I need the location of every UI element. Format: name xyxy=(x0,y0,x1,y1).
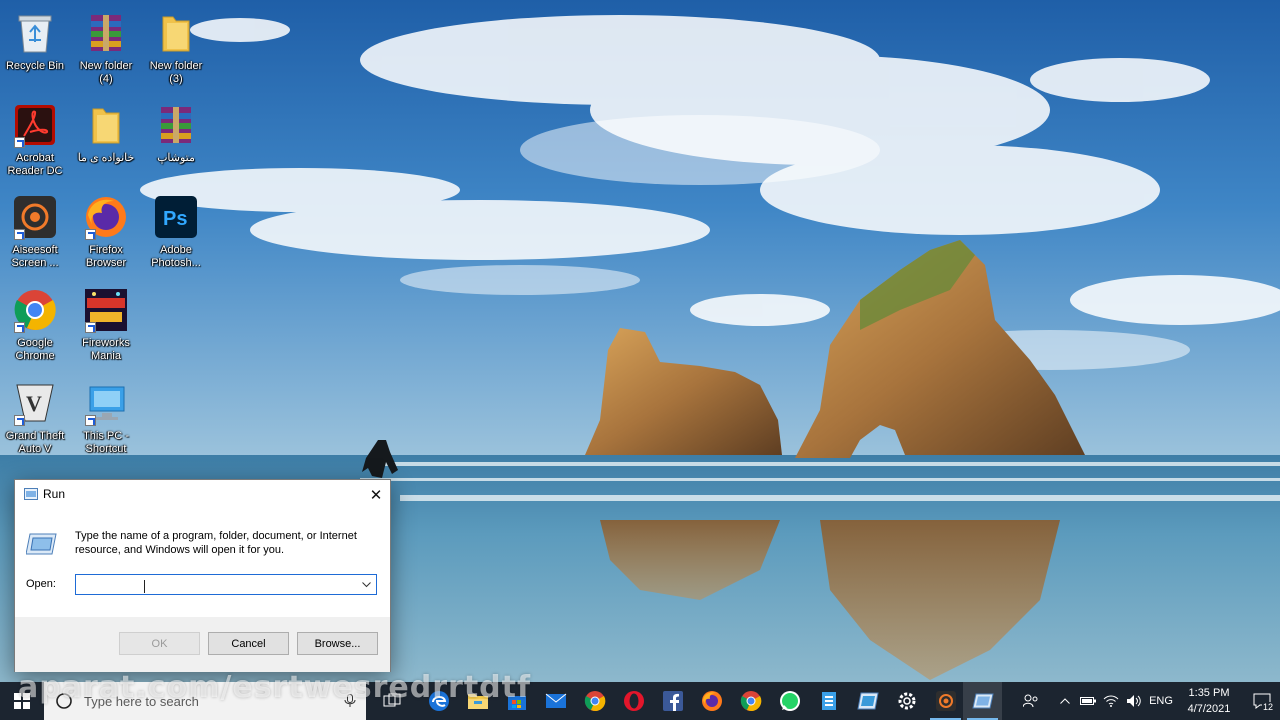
desktop-icon-gta-v[interactable]: V Grand Theft Auto V xyxy=(0,376,71,464)
desktop-icon-label: Fireworks Mania xyxy=(82,337,130,362)
desktop-icon-photoshop[interactable]: Ps Adobe Photosh... xyxy=(140,190,212,278)
notification-center-button[interactable]: 12 xyxy=(1244,682,1280,720)
desktop-icon-new-folder-4[interactable]: New folder (4) xyxy=(70,6,142,94)
open-combobox[interactable] xyxy=(75,574,377,595)
text-cursor xyxy=(144,580,145,593)
shortcut-arrow-icon xyxy=(14,137,25,148)
firefox-icon[interactable] xyxy=(692,682,731,720)
run-description: Type the name of a program, folder, docu… xyxy=(75,530,357,556)
desktop-icon-label: New folder (4) xyxy=(79,60,133,85)
desktop-icon-label: خانواده ی ما xyxy=(77,152,135,164)
this-pc-icon xyxy=(83,380,129,426)
svg-text:V: V xyxy=(26,391,42,416)
desktop-icon-this-pc[interactable]: This PC - Shortcut xyxy=(70,376,142,464)
facebook-icon[interactable] xyxy=(653,682,692,720)
browse-button[interactable]: Browse... xyxy=(297,632,378,655)
run-dialog: Run ✕ Type the name of a program, folder… xyxy=(14,479,391,672)
shortcut-arrow-icon xyxy=(14,322,25,333)
desktop-icon-firefox[interactable]: Firefox Browser xyxy=(70,190,142,278)
open-input[interactable] xyxy=(76,575,356,594)
desktop-icon-acrobat-reader[interactable]: Acrobat Reader DC xyxy=(0,98,71,186)
battery-icon[interactable] xyxy=(1078,682,1098,720)
fireworks-mania-icon xyxy=(83,287,129,333)
folder-icon xyxy=(153,10,199,56)
desktop-icon-label: This PC - Shortcut xyxy=(83,430,129,455)
winrar-archive-icon xyxy=(83,10,129,56)
desktop-icon-label: Recycle Bin xyxy=(5,60,65,72)
winrar-archive-icon xyxy=(153,102,199,148)
microphone-icon[interactable] xyxy=(344,694,356,708)
desktop-icon-label: New folder (3) xyxy=(149,60,203,85)
desktop-icon-recycle-bin[interactable]: Recycle Bin xyxy=(0,6,71,94)
run-dialog-titlebar[interactable]: Run ✕ xyxy=(15,480,390,509)
desktop-icon-label: Grand Theft Auto V xyxy=(5,430,65,455)
desktop-icon-label: Google Chrome xyxy=(15,337,55,362)
search-placeholder: Type here to search xyxy=(84,693,199,709)
desktop-icon-chrome[interactable]: Google Chrome xyxy=(0,283,71,371)
people-icon[interactable] xyxy=(1020,682,1042,720)
open-label: Open: xyxy=(26,578,56,590)
desktop-icon-label: Firefox Browser xyxy=(85,244,127,269)
desktop-icon-aiseesoft[interactable]: Aiseesoft Screen ... xyxy=(0,190,71,278)
folder-icon xyxy=(83,102,129,148)
close-button[interactable]: ✕ xyxy=(361,480,391,509)
notification-count: 12 xyxy=(1262,702,1275,712)
file-explorer-icon[interactable] xyxy=(458,682,497,720)
store-icon[interactable] xyxy=(497,682,536,720)
desktop-icon-label: Aiseesoft Screen ... xyxy=(11,244,59,269)
chrome-icon xyxy=(12,287,58,333)
run-window-icon[interactable] xyxy=(848,682,887,720)
desktop-icon-fireworks-mania[interactable]: Fireworks Mania xyxy=(70,283,142,371)
acrobat-reader-icon xyxy=(12,102,58,148)
run-dialog-title: Run xyxy=(43,487,66,501)
desktop-icon-label: Adobe Photosh... xyxy=(151,244,201,269)
task-view-icon[interactable] xyxy=(372,682,411,720)
shortcut-arrow-icon xyxy=(85,322,96,333)
shortcut-arrow-icon xyxy=(85,415,96,426)
taskbar: Type here to search ENG 1:35 PM 4/7/2021… xyxy=(0,682,1280,720)
settings-icon[interactable] xyxy=(887,682,926,720)
windows-logo-icon xyxy=(14,693,30,709)
chevron-down-icon[interactable] xyxy=(357,575,376,594)
desktop-icon-new-folder-3[interactable]: New folder (3) xyxy=(140,6,212,94)
run-icon xyxy=(24,488,38,500)
ok-button[interactable]: OK xyxy=(119,632,200,655)
taskbar-clock[interactable]: 1:35 PM 4/7/2021 xyxy=(1180,685,1238,717)
search-icon xyxy=(44,682,84,720)
firefox-icon xyxy=(83,194,129,240)
wifi-icon[interactable] xyxy=(1101,682,1121,720)
svg-text:Ps: Ps xyxy=(163,208,187,230)
clock-date: 4/7/2021 xyxy=(1187,703,1231,715)
language-indicator[interactable]: ENG xyxy=(1146,682,1176,720)
clock-time: 1:35 PM xyxy=(1188,687,1230,699)
desktop-icon-label: متوشاپ xyxy=(157,152,195,164)
mail-icon[interactable] xyxy=(536,682,575,720)
volume-icon[interactable] xyxy=(1124,682,1144,720)
shortcut-arrow-icon xyxy=(14,229,25,240)
screen-recorder-icon[interactable] xyxy=(926,682,965,720)
desktop-icon-photoshop-archive[interactable]: متوشاپ xyxy=(140,98,212,186)
shortcut-arrow-icon xyxy=(85,229,96,240)
chrome-icon[interactable] xyxy=(575,682,614,720)
screen-recorder-icon xyxy=(12,194,58,240)
photoshop-icon: Ps xyxy=(153,194,199,240)
opera-icon[interactable] xyxy=(614,682,653,720)
desktop-icon-label: Acrobat Reader DC xyxy=(7,152,63,177)
run-icon[interactable] xyxy=(963,682,1002,720)
recycle-bin-icon xyxy=(12,10,58,56)
cancel-button[interactable]: Cancel xyxy=(208,632,289,655)
shortcut-arrow-icon xyxy=(14,415,25,426)
chrome-icon[interactable] xyxy=(731,682,770,720)
chevron-up-icon[interactable] xyxy=(1056,682,1074,720)
start-button[interactable] xyxy=(0,682,44,720)
desktop-icon-family-folder[interactable]: خانواده ی ما xyxy=(70,98,142,186)
run-program-icon xyxy=(26,533,57,555)
taskbar-search[interactable]: Type here to search xyxy=(44,682,366,720)
whatsapp-icon[interactable] xyxy=(770,682,809,720)
edge-icon[interactable] xyxy=(419,682,458,720)
gta-v-icon: V xyxy=(12,380,58,426)
document-icon[interactable] xyxy=(809,682,848,720)
